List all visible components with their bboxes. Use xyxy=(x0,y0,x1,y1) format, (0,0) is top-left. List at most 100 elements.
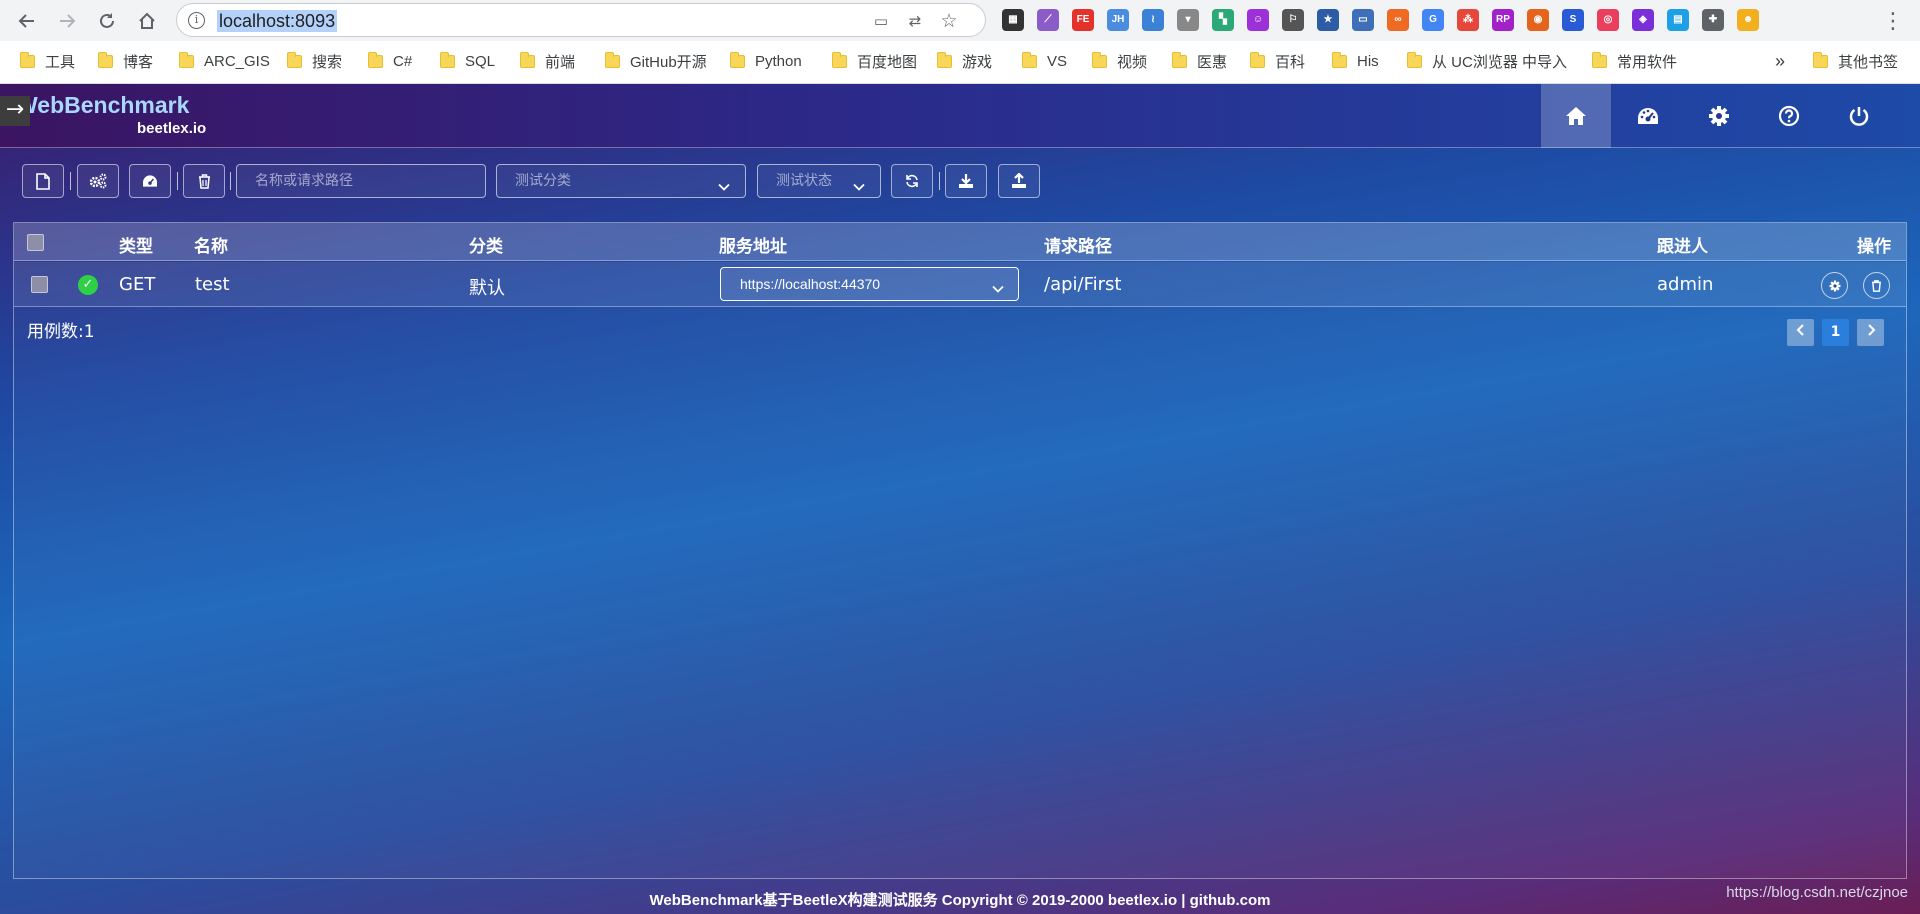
bookmark-item[interactable]: Python xyxy=(730,50,802,72)
translate-icon[interactable]: ⇄ xyxy=(905,12,925,30)
bookmark-item[interactable]: 博客 xyxy=(98,50,153,72)
search-input[interactable]: 名称或请求路径 xyxy=(236,164,486,198)
bookmark-extension-icon[interactable]: ⚐ xyxy=(1282,9,1304,31)
star-box-extension-icon[interactable]: ★ xyxy=(1317,9,1339,31)
row-category: 默认 xyxy=(469,278,505,299)
row-server-select[interactable]: https://localhost:44370 xyxy=(720,267,1019,301)
firefox-extension-icon[interactable]: ◉ xyxy=(1527,9,1549,31)
folder-icon xyxy=(368,51,383,68)
bookmark-item[interactable]: His xyxy=(1332,50,1379,72)
next-page-button[interactable] xyxy=(1857,319,1884,346)
translate-extension-icon[interactable]: G xyxy=(1422,9,1444,31)
power-icon xyxy=(1849,107,1869,126)
quill-pen-icon[interactable]: ⟋ xyxy=(1037,9,1059,31)
upload-button[interactable] xyxy=(998,164,1040,198)
s-extension-icon[interactable]: S xyxy=(1562,9,1584,31)
row-checkbox[interactable] xyxy=(31,276,48,293)
more-bookmarks-chevron[interactable]: » xyxy=(1775,50,1785,72)
trash-icon xyxy=(198,173,210,189)
bookmark-item[interactable]: C# xyxy=(368,50,412,72)
network-extension-icon[interactable]: ⁂ xyxy=(1457,9,1479,31)
bookmark-item[interactable]: 前端 xyxy=(520,50,575,72)
profile-avatar-icon[interactable]: ☻ xyxy=(1737,9,1759,31)
row-delete-button[interactable] xyxy=(1863,272,1890,299)
category-select[interactable]: 测试分类 xyxy=(496,164,746,198)
sidebar-toggle-arrow-icon[interactable]: → xyxy=(0,96,30,126)
nav-help-button[interactable] xyxy=(1754,84,1824,148)
column-header-category[interactable]: 分类 xyxy=(469,232,503,257)
delete-selected-button[interactable] xyxy=(183,164,225,198)
bookmark-item[interactable]: VS xyxy=(1022,50,1067,72)
bookmark-item[interactable]: 视频 xyxy=(1092,50,1147,72)
nav-home-button[interactable] xyxy=(1541,84,1611,148)
gear-icon xyxy=(1829,280,1840,291)
watermark: https://blog.csdn.net/czjnoe xyxy=(1726,884,1908,901)
spiral-extension-icon[interactable]: ◎ xyxy=(1597,9,1619,31)
table-header: 类型 名称 分类 服务地址 请求路径 跟进人 操作 xyxy=(14,223,1906,261)
column-header-server[interactable]: 服务地址 xyxy=(719,232,787,257)
panel-extension-icon[interactable]: ▤ xyxy=(1667,9,1689,31)
browser-menu-icon[interactable]: ⋮ xyxy=(1878,6,1908,36)
bookmark-item[interactable]: GitHub开源 xyxy=(605,50,707,72)
reload-icon[interactable] xyxy=(92,6,122,36)
prev-page-button[interactable] xyxy=(1787,319,1814,346)
test-case-table: 类型 名称 分类 服务地址 请求路径 跟进人 操作 ✓ GET test 默认 … xyxy=(13,222,1907,879)
nav-logout-button[interactable] xyxy=(1824,84,1894,148)
smile-extension-icon[interactable]: ☺ xyxy=(1247,9,1269,31)
refresh-icon xyxy=(906,174,918,188)
row-settings-button[interactable] xyxy=(1821,272,1848,299)
row-path: /api/First xyxy=(1044,274,1122,295)
bookmark-other[interactable]: 其他书签 xyxy=(1813,50,1898,72)
infinity-extension-icon[interactable]: ∞ xyxy=(1387,9,1409,31)
bookmark-item[interactable]: SQL xyxy=(440,50,495,72)
apps-extension-icon[interactable]: ▚ xyxy=(1212,9,1234,31)
column-header-name[interactable]: 名称 xyxy=(194,232,228,257)
address-url[interactable]: localhost:8093 xyxy=(217,10,338,32)
nav-dashboard-button[interactable] xyxy=(1613,84,1683,148)
wave-extension-icon[interactable]: ≀ xyxy=(1142,9,1164,31)
bookmark-label: ARC_GIS xyxy=(204,52,270,70)
back-icon[interactable] xyxy=(12,6,42,36)
bookmark-item[interactable]: 百科 xyxy=(1250,50,1305,72)
column-header-path[interactable]: 请求路径 xyxy=(1044,232,1112,257)
page-number-button[interactable]: 1 xyxy=(1822,319,1849,346)
row-name[interactable]: test xyxy=(195,274,230,295)
bookmark-label: 百科 xyxy=(1275,53,1306,71)
cast-icon[interactable]: ▭ xyxy=(871,12,891,30)
folder-icon xyxy=(440,51,455,68)
column-header-owner[interactable]: 跟进人 xyxy=(1657,232,1708,257)
run-benchmark-button[interactable] xyxy=(129,164,171,198)
table-row[interactable]: ✓ GET test 默认 https://localhost:44370 /a… xyxy=(14,262,1906,307)
dropdown-extension-icon[interactable]: ▾ xyxy=(1177,9,1199,31)
cube-extension-icon[interactable]: ◈ xyxy=(1632,9,1654,31)
bookmark-item[interactable]: 常用软件 xyxy=(1592,50,1677,72)
bookmark-item[interactable]: 游戏 xyxy=(937,50,992,72)
new-test-button[interactable] xyxy=(22,164,64,198)
home-browser-icon[interactable] xyxy=(132,6,162,36)
bookmark-item[interactable]: ARC_GIS xyxy=(179,50,270,72)
bookmark-item[interactable]: 医惠 xyxy=(1172,50,1227,72)
bookmark-item[interactable]: 百度地图 xyxy=(832,50,917,72)
site-info-icon[interactable]: i xyxy=(188,12,205,29)
bookmark-item[interactable]: 从 UC浏览器 中导入 xyxy=(1407,50,1567,72)
nav-settings-button[interactable] xyxy=(1684,84,1754,148)
address-bar[interactable]: i localhost:8093 ▭ ⇄ ☆ xyxy=(176,3,986,37)
puzzle-icon[interactable]: ✚ xyxy=(1702,9,1724,31)
gear-icon xyxy=(1709,106,1729,126)
jh-extension-icon[interactable]: JH xyxy=(1107,9,1129,31)
fe-extension-icon[interactable]: FE xyxy=(1072,9,1094,31)
bookmark-item[interactable]: 工具 xyxy=(20,50,75,72)
bookmark-star-icon[interactable]: ☆ xyxy=(939,12,959,31)
forward-icon[interactable] xyxy=(52,6,82,36)
window-extension-icon[interactable]: ▭ xyxy=(1352,9,1374,31)
batch-settings-button[interactable] xyxy=(77,164,119,198)
status-select[interactable]: 测试状态 xyxy=(757,164,881,198)
select-all-checkbox[interactable] xyxy=(27,234,44,251)
folder-icon xyxy=(730,51,745,68)
refresh-button[interactable] xyxy=(891,164,933,198)
rp-extension-icon[interactable]: RP xyxy=(1492,9,1514,31)
download-button[interactable] xyxy=(945,164,987,198)
column-header-type[interactable]: 类型 xyxy=(119,232,153,257)
bookmark-item[interactable]: 搜索 xyxy=(287,50,342,72)
qr-code-icon[interactable]: ▦ xyxy=(1002,9,1024,31)
